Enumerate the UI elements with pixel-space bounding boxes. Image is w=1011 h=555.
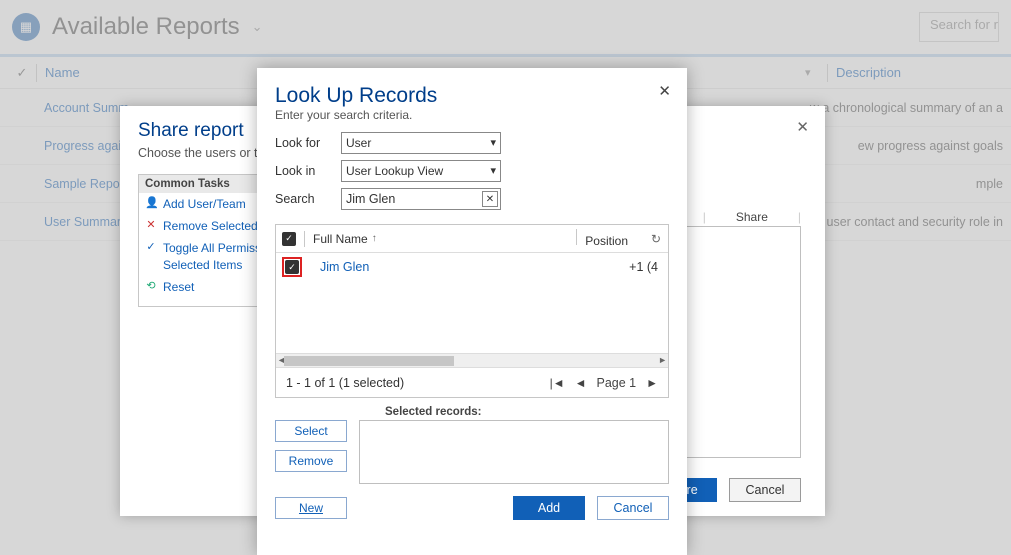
scroll-right-icon[interactable]: ► xyxy=(658,355,667,365)
horizontal-scrollbar[interactable]: ◄ ► xyxy=(276,353,668,367)
sort-asc-icon: ↑ xyxy=(372,233,377,244)
user-plus-icon: 👤 xyxy=(145,196,157,211)
search-label: Search xyxy=(275,192,341,206)
selected-records-box[interactable] xyxy=(359,420,669,484)
look-for-select[interactable]: User xyxy=(341,132,501,154)
result-name[interactable]: Jim Glen xyxy=(320,260,369,274)
pager-summary: 1 - 1 of 1 (1 selected) xyxy=(286,376,404,390)
result-row[interactable]: ✓ Jim Glen +1 (4 xyxy=(276,253,668,281)
lookup-subtitle: Enter your search criteria. xyxy=(275,108,669,122)
col-position[interactable]: Position xyxy=(585,234,628,248)
result-phone: +1 (4 xyxy=(629,260,658,274)
look-in-label: Look in xyxy=(275,164,341,178)
look-in-select[interactable]: User Lookup View xyxy=(341,160,501,182)
row-checkbox[interactable]: ✓ xyxy=(285,260,299,274)
select-value: User Lookup View xyxy=(346,164,443,178)
results-grid: ✓ Full Name ↑ Position ↻ ✓ Jim Glen +1 (4… xyxy=(275,224,669,398)
lookup-records-dialog: ✕ Look Up Records Enter your search crit… xyxy=(257,68,687,555)
check-icon: ✓ xyxy=(145,240,157,255)
col-full-name[interactable]: Full Name xyxy=(313,232,368,246)
new-button[interactable]: New xyxy=(275,497,347,519)
task-label: Add User/Team xyxy=(163,196,246,212)
first-page-icon[interactable]: |◄ xyxy=(550,376,565,390)
reset-icon: ⟲ xyxy=(145,279,157,294)
task-label: Reset xyxy=(163,279,194,295)
refresh-icon[interactable]: ↻ xyxy=(651,232,661,246)
cancel-button[interactable]: Cancel xyxy=(729,478,801,502)
scroll-thumb[interactable] xyxy=(284,356,454,366)
col-share: Share xyxy=(736,210,768,224)
close-icon[interactable]: ✕ xyxy=(658,82,671,100)
pager-page: Page 1 xyxy=(596,376,636,390)
clear-search-icon[interactable]: ✕ xyxy=(482,191,498,207)
add-button[interactable]: Add xyxy=(513,496,585,520)
select-button[interactable]: Select xyxy=(275,420,347,442)
search-input[interactable]: Jim Glen ✕ xyxy=(341,188,501,210)
next-page-icon[interactable]: ► xyxy=(646,376,658,390)
selected-records-label: Selected records: xyxy=(385,406,669,418)
close-icon[interactable]: ✕ xyxy=(796,118,809,136)
row-checkbox-highlight: ✓ xyxy=(282,257,302,277)
lookup-title: Look Up Records xyxy=(275,84,669,108)
remove-icon: ✕ xyxy=(145,218,157,233)
select-value: User xyxy=(346,136,371,150)
prev-page-icon[interactable]: ◄ xyxy=(575,376,587,390)
remove-button[interactable]: Remove xyxy=(275,450,347,472)
cancel-button[interactable]: Cancel xyxy=(597,496,669,520)
search-value: Jim Glen xyxy=(346,192,395,206)
look-for-label: Look for xyxy=(275,136,341,150)
select-all-checkbox[interactable]: ✓ xyxy=(282,232,296,246)
